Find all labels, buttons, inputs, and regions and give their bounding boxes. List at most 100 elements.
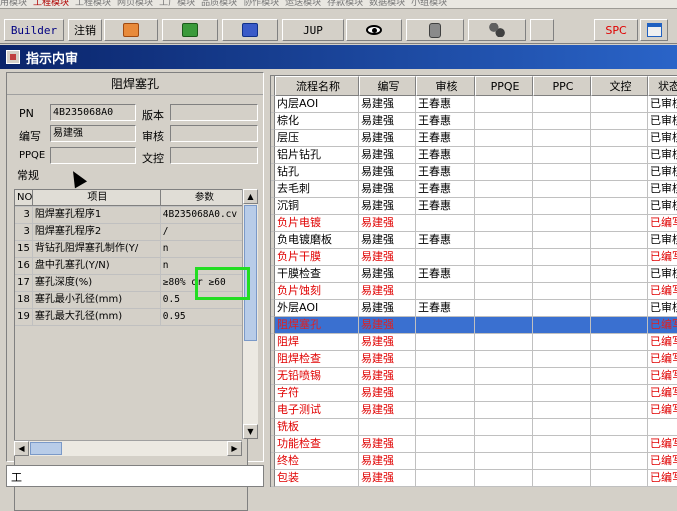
- ppqe-cell[interactable]: [475, 113, 533, 130]
- menu-item[interactable]: 网页模块: [117, 0, 153, 8]
- reviewer-cell[interactable]: 王春惠: [416, 96, 475, 113]
- doc-control-cell[interactable]: [591, 419, 648, 436]
- column-header-writer[interactable]: 编写: [359, 76, 416, 96]
- ppqe-cell[interactable]: [475, 351, 533, 368]
- ppc-cell[interactable]: [533, 419, 591, 436]
- process-name-cell[interactable]: 电子测试: [275, 402, 359, 419]
- status-cell[interactable]: 已编写: [648, 385, 677, 402]
- menu-item[interactable]: 存款模块: [327, 0, 363, 8]
- database-button[interactable]: [406, 19, 464, 41]
- reviewer-cell[interactable]: 王春惠: [416, 300, 475, 317]
- ppc-cell[interactable]: [533, 181, 591, 198]
- parameter-grid[interactable]: NO 项目 参数 3 阻焊塞孔程序1 4B235068A0.cv 3 阻焊塞孔程序2/1…: [14, 189, 248, 511]
- excel-export-button[interactable]: [162, 19, 218, 41]
- ppc-cell[interactable]: [533, 300, 591, 317]
- reviewer-cell[interactable]: 王春惠: [416, 164, 475, 181]
- writer-cell[interactable]: 易建强: [359, 402, 416, 419]
- param-item-cell[interactable]: 阻焊塞孔程序2: [33, 224, 161, 240]
- hscroll-thumb[interactable]: [30, 442, 62, 455]
- status-cell[interactable]: 已审核: [648, 266, 677, 283]
- process-row[interactable]: 铝片钻孔易建强王春惠 已审核: [271, 147, 677, 164]
- status-cell[interactable]: 已审核: [648, 113, 677, 130]
- ppqe-cell[interactable]: [475, 317, 533, 334]
- column-header-item[interactable]: 项目: [32, 190, 161, 206]
- ppc-cell[interactable]: [533, 232, 591, 249]
- reviewer-cell[interactable]: [416, 385, 475, 402]
- process-name-cell[interactable]: 铣板: [275, 419, 359, 436]
- doc-control-cell[interactable]: [591, 147, 648, 164]
- doc-control-cell[interactable]: [591, 249, 648, 266]
- reviewer-cell[interactable]: 王春惠: [416, 130, 475, 147]
- parameter-row[interactable]: 3 阻焊塞孔程序2/: [15, 224, 247, 241]
- menu-item[interactable]: 小组模块: [411, 0, 447, 8]
- param-item-cell[interactable]: 塞孔最小孔径(mm): [33, 292, 161, 308]
- spc-button[interactable]: SPC: [594, 19, 638, 41]
- ppqe-cell[interactable]: [475, 249, 533, 266]
- process-row[interactable]: 阻焊检查易建强 已编写: [271, 351, 677, 368]
- column-header-ppc[interactable]: PPC: [533, 76, 591, 96]
- status-cell[interactable]: 已编写: [648, 402, 677, 419]
- param-no-cell[interactable]: 16: [15, 258, 33, 274]
- menu-item[interactable]: 工程模块: [75, 0, 111, 8]
- param-no-cell[interactable]: 17: [15, 275, 33, 291]
- writer-cell[interactable]: 易建强: [359, 198, 416, 215]
- writer-cell[interactable]: 易建强: [359, 164, 416, 181]
- process-row[interactable]: 阻焊塞孔易建强 已编写: [271, 317, 677, 334]
- writer-cell[interactable]: 易建强: [359, 283, 416, 300]
- writer-cell[interactable]: 易建强: [359, 436, 416, 453]
- column-header-doc-control[interactable]: 文控: [591, 76, 648, 96]
- writer-cell[interactable]: 易建强: [359, 470, 416, 487]
- param-item-cell[interactable]: 塞孔最大孔径(mm): [33, 309, 161, 325]
- process-name-cell[interactable]: 负片干膜: [275, 249, 359, 266]
- status-cell[interactable]: 已编写: [648, 249, 677, 266]
- process-row[interactable]: 负电镀磨板易建强王春惠 已审核: [271, 232, 677, 249]
- writer-field[interactable]: 易建强: [50, 125, 136, 142]
- reviewer-cell[interactable]: [416, 436, 475, 453]
- writer-cell[interactable]: 易建强: [359, 317, 416, 334]
- writer-cell[interactable]: 易建强: [359, 215, 416, 232]
- scroll-down-icon[interactable]: ▼: [243, 424, 258, 439]
- writer-cell[interactable]: 易建强: [359, 385, 416, 402]
- ppc-cell[interactable]: [533, 436, 591, 453]
- param-value-cell[interactable]: 4B235068A0.cv: [161, 207, 247, 223]
- doc-control-cell[interactable]: [591, 402, 648, 419]
- status-cell[interactable]: 已编写: [648, 470, 677, 487]
- doc-control-cell[interactable]: [591, 300, 648, 317]
- writer-cell[interactable]: 易建强: [359, 96, 416, 113]
- doc-control-cell[interactable]: [591, 181, 648, 198]
- ppqe-cell[interactable]: [475, 96, 533, 113]
- process-name-cell[interactable]: 内层AOI: [275, 96, 359, 113]
- ppqe-cell[interactable]: [475, 334, 533, 351]
- ppc-cell[interactable]: [533, 249, 591, 266]
- pn-field[interactable]: 4B235068A0: [50, 104, 136, 121]
- ppqe-cell[interactable]: [475, 215, 533, 232]
- ppc-cell[interactable]: [533, 266, 591, 283]
- status-cell[interactable]: 已编写: [648, 368, 677, 385]
- ppc-cell[interactable]: [533, 198, 591, 215]
- process-name-cell[interactable]: 功能检查: [275, 436, 359, 453]
- process-row[interactable]: 阻焊易建强 已编写: [271, 334, 677, 351]
- process-row[interactable]: 终检易建强 已编写: [271, 453, 677, 470]
- process-row[interactable]: 电子测试易建强 已编写: [271, 402, 677, 419]
- ppqe-cell[interactable]: [475, 147, 533, 164]
- view-button[interactable]: [346, 19, 402, 41]
- parameter-row[interactable]: 15 背钻孔阻焊塞孔制作(Y/n: [15, 241, 247, 258]
- ppqe-cell[interactable]: [475, 164, 533, 181]
- process-row[interactable]: 钻孔易建强王春惠 已审核: [271, 164, 677, 181]
- process-name-cell[interactable]: 负电镀磨板: [275, 232, 359, 249]
- process-name-cell[interactable]: 铝片钻孔: [275, 147, 359, 164]
- status-cell[interactable]: 已审核: [648, 300, 677, 317]
- scroll-right-icon[interactable]: ▶: [227, 441, 242, 456]
- process-name-cell[interactable]: 负片蚀刻: [275, 283, 359, 300]
- ppc-cell[interactable]: [533, 334, 591, 351]
- process-flow-grid[interactable]: 流程名称 编写 审核 PPQE PPC 文控 状态 内层AOI易建强王春惠已审核…: [270, 75, 677, 487]
- process-row[interactable]: 包装易建强 已编写: [271, 470, 677, 487]
- scroll-up-icon[interactable]: ▲: [243, 189, 258, 204]
- param-item-cell[interactable]: 背钻孔阻焊塞孔制作(Y/: [33, 241, 161, 257]
- ppc-cell[interactable]: [533, 368, 591, 385]
- reviewer-cell[interactable]: [416, 351, 475, 368]
- process-name-cell[interactable]: 包装: [275, 470, 359, 487]
- reviewer-cell[interactable]: [416, 283, 475, 300]
- process-row[interactable]: 外层AOI易建强王春惠 已审核: [271, 300, 677, 317]
- process-row[interactable]: 沉铜易建强王春惠 已审核: [271, 198, 677, 215]
